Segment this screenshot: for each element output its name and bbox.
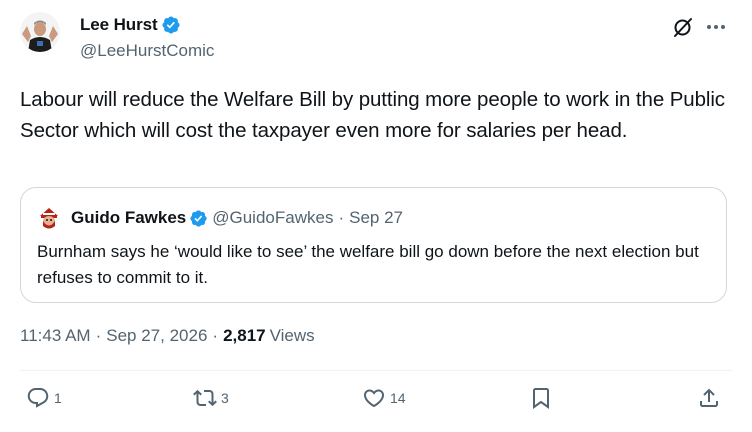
meta-separator: · bbox=[212, 326, 219, 345]
quoted-author-avatar bbox=[37, 206, 61, 230]
tweet-meta: 11:43 AM · Sep 27, 2026 · 2,817 Views bbox=[20, 326, 315, 346]
tweet: Lee Hurst @LeeHurstComic Labour will red… bbox=[0, 0, 752, 432]
grok-icon[interactable] bbox=[671, 15, 695, 39]
quoted-tweet-text: Burnham says he ‘would like to see’ the … bbox=[37, 242, 699, 287]
post-time[interactable]: 11:43 AM bbox=[20, 326, 91, 346]
author-info: Lee Hurst @LeeHurstComic bbox=[80, 14, 214, 61]
quoted-date[interactable]: Sep 27 bbox=[349, 208, 403, 228]
repost-count: 3 bbox=[221, 390, 229, 406]
quoted-separator: · bbox=[338, 208, 345, 227]
views-label[interactable]: Views bbox=[270, 326, 315, 346]
repost-button[interactable]: 3 bbox=[193, 386, 229, 410]
reply-icon bbox=[27, 388, 49, 408]
reply-button[interactable]: 1 bbox=[26, 386, 62, 410]
reply-count: 1 bbox=[54, 390, 62, 406]
views-count[interactable]: 2,817 bbox=[223, 326, 266, 346]
author-handle[interactable]: @LeeHurstComic bbox=[80, 41, 214, 61]
quoted-author-display-name[interactable]: Guido Fawkes bbox=[71, 208, 186, 228]
quoted-author-handle[interactable]: @GuidoFawkes bbox=[212, 208, 333, 228]
author-display-name[interactable]: Lee Hurst bbox=[80, 15, 158, 35]
bookmark-icon bbox=[533, 388, 549, 409]
repost-icon bbox=[193, 389, 217, 407]
bookmark-button[interactable] bbox=[529, 386, 553, 410]
meta-separator: · bbox=[95, 326, 102, 345]
verified-badge-icon bbox=[161, 16, 180, 34]
share-button[interactable] bbox=[697, 386, 721, 410]
post-date[interactable]: Sep 27, 2026 bbox=[106, 326, 207, 346]
quoted-tweet-header: Guido Fawkes @GuidoFawkes · Sep 27 bbox=[37, 206, 403, 230]
tweet-text: Labour will reduce the Welfare Bill by p… bbox=[20, 88, 725, 142]
more-icon[interactable] bbox=[704, 15, 728, 39]
author-avatar[interactable] bbox=[20, 12, 60, 52]
like-count: 14 bbox=[390, 390, 406, 406]
like-icon bbox=[363, 389, 385, 408]
verified-badge-icon bbox=[190, 209, 207, 227]
share-icon bbox=[700, 388, 718, 407]
like-button[interactable]: 14 bbox=[362, 386, 406, 410]
divider bbox=[20, 370, 732, 371]
quoted-tweet[interactable]: Guido Fawkes @GuidoFawkes · Sep 27 Burnh… bbox=[20, 187, 727, 303]
